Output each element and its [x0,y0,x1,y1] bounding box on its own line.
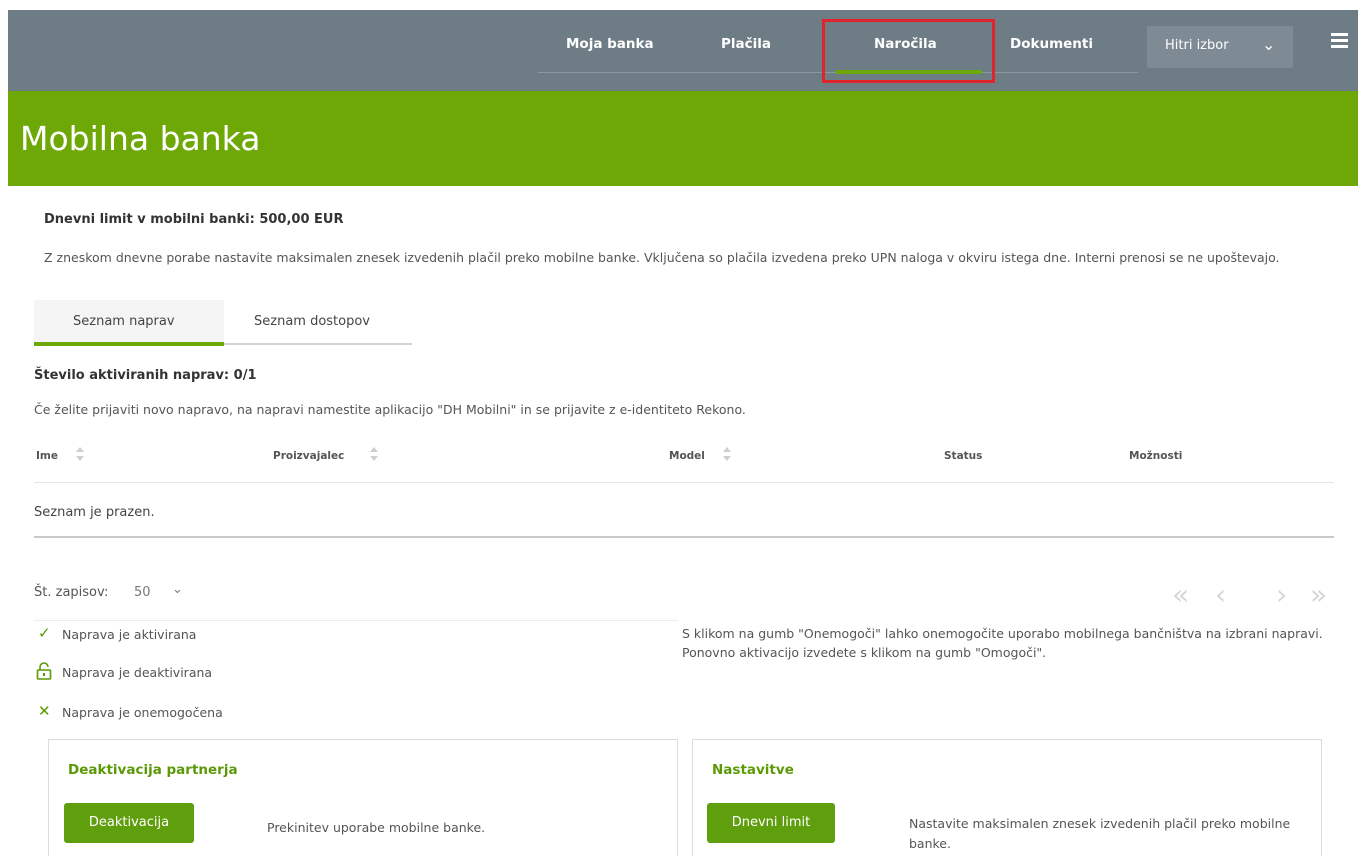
page-banner: Mobilna banka [8,91,1358,186]
last-page-icon[interactable]: » [1310,578,1327,611]
settings-card: Nastavitve Dnevni limit Nastavite maksim… [692,739,1322,856]
legend-deactivated: Naprava je deaktivirana [62,665,213,680]
table-header-divider [34,482,1334,483]
settings-card-title: Nastavitve [712,762,794,778]
nav-item-placila[interactable]: Plačila [721,36,771,52]
daily-limit-button[interactable]: Dnevni limit [707,803,835,843]
new-device-hint: Če želite prijaviti novo napravo, na nap… [34,402,746,417]
cross-icon: ✕ [38,702,51,720]
legend-disabled: Naprava je onemogočena [62,705,223,720]
activated-devices-count: Število aktiviranih naprav: 0/1 [34,368,257,383]
chevron-down-icon[interactable]: ⌄ [172,582,183,597]
quick-select-dropdown[interactable]: Hitri izbor ⌄ [1147,26,1293,68]
deactivation-card-text: Prekinitev uporabe mobilne banke. [267,820,486,835]
first-page-icon[interactable]: « [1172,578,1189,611]
deactivation-card: Deaktivacija partnerja Deaktivacija Prek… [48,739,678,856]
nav-item-dokumenti[interactable]: Dokumenti [1010,36,1093,52]
sort-icon[interactable] [723,445,731,465]
tab-access-list[interactable]: Seznam dostopov [254,314,370,329]
records-per-page-select[interactable]: 50 [134,585,151,600]
column-header-manufacturer[interactable]: Proizvajalec [273,450,344,462]
unlock-icon [36,662,52,684]
column-header-status: Status [944,450,983,462]
daily-limit-description: Z zneskom dnevne porabe nastavite maksim… [44,250,1280,265]
column-header-model[interactable]: Model [669,450,705,462]
disable-info-text: S klikom na gumb "Onemogoči" lahko onemo… [682,626,1323,660]
column-header-name[interactable]: Ime [36,450,58,462]
hamburger-menu-icon[interactable] [1331,33,1348,49]
nav-highlight-box [822,19,995,83]
next-page-icon[interactable]: › [1276,578,1287,611]
deactivation-card-title: Deaktivacija partnerja [68,762,238,778]
quick-select-label: Hitri izbor [1165,38,1229,53]
table-bottom-divider [34,536,1334,538]
check-icon: ✓ [38,624,51,642]
chevron-down-icon: ⌄ [1262,35,1276,54]
legend-activated: Naprava je aktivirana [62,627,197,642]
empty-list-text: Seznam je prazen. [34,505,155,520]
column-header-options: Možnosti [1129,450,1183,462]
nav-item-moja-banka[interactable]: Moja banka [566,36,654,52]
legend-divider [34,620,678,621]
tab-device-list[interactable]: Seznam naprav [73,314,175,329]
sort-icon[interactable] [76,445,84,465]
records-per-page-label: Št. zapisov: [34,585,109,600]
deactivation-button[interactable]: Deaktivacija [64,803,194,843]
page-title: Mobilna banka [20,119,261,158]
daily-limit-title: Dnevni limit v mobilni banki: 500,00 EUR [44,212,344,227]
settings-card-text: Nastavite maksimalen znesek izvedenih pl… [909,816,1291,851]
sort-icon[interactable] [370,445,378,465]
tab-active-indicator [34,342,224,346]
previous-page-icon[interactable]: ‹ [1215,578,1226,611]
